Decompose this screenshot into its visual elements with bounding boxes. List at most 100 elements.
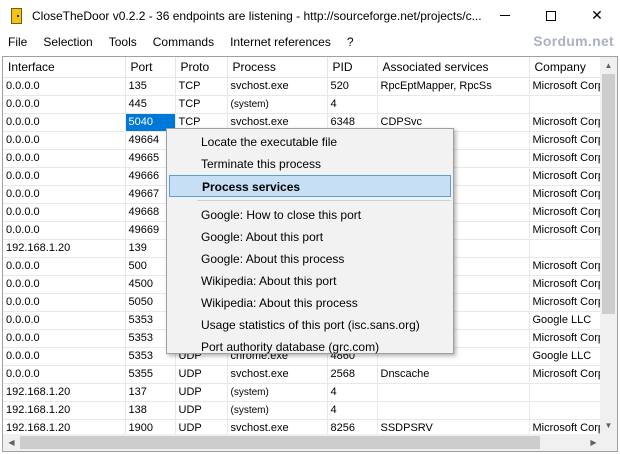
column-associated-services[interactable]: Associated services (377, 57, 530, 78)
cell-company: Microsoft Corpor (529, 257, 605, 276)
menu-tools[interactable]: Tools (101, 31, 145, 54)
cell-company: Microsoft Corpor (529, 275, 605, 294)
scroll-left-icon[interactable]: ◀ (3, 434, 20, 451)
cell-proto: TCP (175, 95, 228, 114)
column-process[interactable]: Process (227, 57, 328, 78)
cell-pid: 4 (327, 383, 378, 402)
cell-company: Microsoft Corpor (529, 365, 605, 384)
column-pid[interactable]: PID (327, 57, 378, 78)
context-menu-item[interactable]: Usage statistics of this port (isc.sans.… (169, 314, 451, 336)
cell-interface: 0.0.0.0 (3, 329, 126, 348)
cell-process: svchost.exe (227, 365, 328, 384)
cell-interface: 0.0.0.0 (3, 275, 126, 294)
cell-interface: 0.0.0.0 (3, 131, 126, 150)
close-button[interactable]: ✕ (574, 0, 620, 31)
close-icon: ✕ (591, 7, 603, 23)
horizontal-scrollbar[interactable]: ◀ ▶ (3, 434, 602, 451)
cell-interface: 0.0.0.0 (3, 113, 126, 132)
context-menu-item[interactable]: Process services (169, 175, 451, 197)
menu-internet-references[interactable]: Internet references (222, 31, 339, 54)
column-interface[interactable]: Interface (3, 57, 126, 78)
cell-interface: 0.0.0.0 (3, 77, 126, 96)
cell-interface: 192.168.1.20 (3, 383, 126, 402)
cell-pid: 520 (327, 77, 378, 96)
maximize-button[interactable] (528, 0, 574, 31)
cell-company: Microsoft Corpor (529, 293, 605, 312)
cell-company: Microsoft Corpor (529, 203, 605, 222)
cell-company (529, 401, 605, 420)
door-icon (10, 7, 24, 24)
horizontal-scroll-thumb[interactable] (20, 436, 540, 449)
cell-company (529, 95, 605, 114)
cell-interface: 0.0.0.0 (3, 203, 126, 222)
context-menu-item[interactable]: Wikipedia: About this port (169, 270, 451, 292)
column-proto[interactable]: Proto (175, 57, 228, 78)
cell-company: Microsoft Corpor (529, 149, 605, 168)
cell-pid: 2568 (327, 365, 378, 384)
menu-help[interactable]: ? (339, 31, 362, 54)
cell-interface: 0.0.0.0 (3, 347, 126, 366)
cell-process: (system) (227, 383, 328, 402)
cell-port: 137 (125, 383, 176, 402)
cell-services (377, 95, 530, 114)
menu-file[interactable]: File (0, 31, 35, 54)
table-row[interactable]: 192.168.1.20 137 UDP (system) 4 (3, 383, 605, 402)
maximize-icon (546, 10, 556, 21)
table-row[interactable]: 192.168.1.20 138 UDP (system) 4 (3, 401, 605, 420)
table-row[interactable]: 0.0.0.0 5355 UDP svchost.exe 2568 Dnscache Mic… (3, 365, 605, 384)
cell-port: 138 (125, 401, 176, 420)
cell-company (529, 383, 605, 402)
context-menu-item[interactable]: Port authority database (grc.com) (169, 336, 451, 358)
context-menu-separator (197, 200, 451, 201)
cell-process: (system) (227, 401, 328, 420)
cell-pid: 4 (327, 95, 378, 114)
cell-interface: 0.0.0.0 (3, 311, 126, 330)
cell-port: 5355 (125, 365, 176, 384)
cell-proto: TCP (175, 77, 228, 96)
column-port[interactable]: Port (125, 57, 176, 78)
context-menu: Locate the executable file Terminate this… (166, 128, 454, 354)
cell-pid: 4 (327, 401, 378, 420)
table-row[interactable]: 0.0.0.0 445 TCP (system) 4 (3, 95, 605, 114)
minimize-button[interactable] (482, 0, 528, 31)
cell-proto: UDP (175, 365, 228, 384)
context-menu-item[interactable]: Google: About this process (169, 248, 451, 270)
menu-bar: File Selection Tools Commands Internet r… (0, 31, 620, 54)
cell-services: RpcEptMapper, RpcSs (377, 77, 530, 96)
scroll-up-icon[interactable]: ▲ (600, 57, 617, 74)
cell-proto: UDP (175, 401, 228, 420)
context-menu-item[interactable]: Google: About this port (169, 226, 451, 248)
cell-company: Microsoft Corpor (529, 167, 605, 186)
cell-interface: 0.0.0.0 (3, 365, 126, 384)
context-menu-item[interactable]: Terminate this process (169, 153, 451, 175)
cell-interface: 0.0.0.0 (3, 149, 126, 168)
column-company[interactable]: Company (529, 57, 605, 78)
scroll-down-icon[interactable]: ▼ (600, 417, 617, 434)
cell-process: (system) (227, 95, 328, 114)
menu-commands[interactable]: Commands (145, 31, 222, 54)
cell-port: 135 (125, 77, 176, 96)
table-row[interactable]: 0.0.0.0 135 TCP svchost.exe 520 RpcEptMapper,… (3, 77, 605, 96)
cell-company: Google LLC (529, 311, 605, 330)
cell-company: Google LLC (529, 347, 605, 366)
cell-interface: 0.0.0.0 (3, 221, 126, 240)
cell-interface: 0.0.0.0 (3, 95, 126, 114)
menu-selection[interactable]: Selection (35, 31, 100, 54)
brand-watermark: Sordum.net (533, 33, 614, 49)
scroll-corner (600, 434, 617, 451)
context-menu-item[interactable]: Locate the executable file (169, 131, 451, 153)
cell-interface: 192.168.1.20 (3, 239, 126, 258)
cell-services: Dnscache (377, 365, 530, 384)
cell-company: Microsoft Corpor (529, 185, 605, 204)
cell-interface: 0.0.0.0 (3, 185, 126, 204)
cell-company: Microsoft Corpor (529, 221, 605, 240)
minimize-icon (500, 15, 510, 16)
cell-company: Microsoft Corpor (529, 131, 605, 150)
cell-process: svchost.exe (227, 77, 328, 96)
cell-interface: 0.0.0.0 (3, 257, 126, 276)
context-menu-item[interactable]: Wikipedia: About this process (169, 292, 451, 314)
context-menu-item[interactable]: Google: How to close this port (169, 204, 451, 226)
vertical-scrollbar[interactable]: ▲ ▼ (600, 57, 617, 434)
cell-interface: 192.168.1.20 (3, 401, 126, 420)
vertical-scroll-thumb[interactable] (602, 74, 615, 314)
